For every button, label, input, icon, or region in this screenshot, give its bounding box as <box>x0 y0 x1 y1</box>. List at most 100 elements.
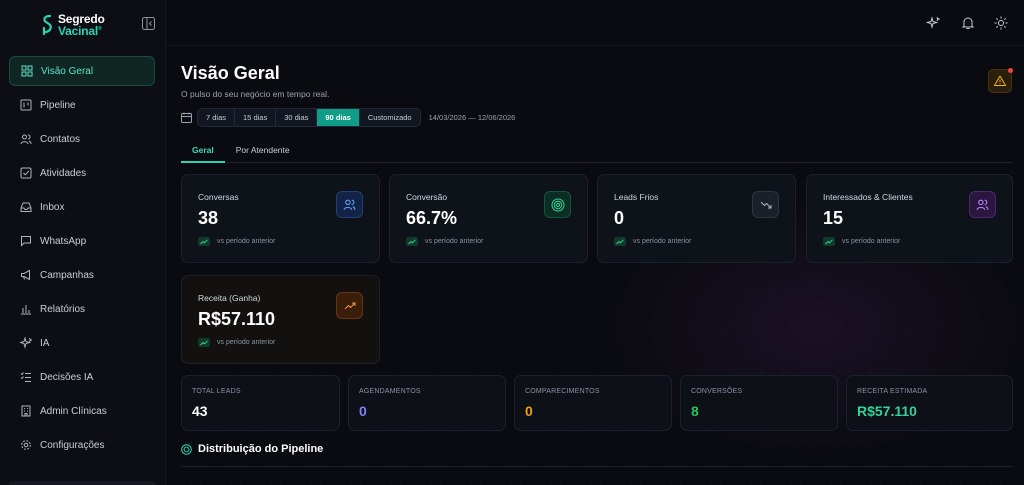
stat-agendamentos: AGENDAMENTOS 0 <box>348 375 506 431</box>
trend-up-icon <box>198 338 210 347</box>
bell-icon[interactable] <box>961 16 975 30</box>
sidebar-user-panel[interactable] <box>9 481 155 485</box>
trend-up-icon <box>198 237 210 246</box>
sidebar-item-label: Atividades <box>40 167 87 179</box>
sidebar-item-label: Relatórios <box>40 303 86 315</box>
kpi-value: 0 <box>614 208 625 228</box>
kpi-trend: vs período anterior <box>198 338 275 347</box>
kpi-icon-box <box>752 191 779 218</box>
kpi-trend: vs período anterior <box>614 237 691 246</box>
sidebar-item-admin-clinicas[interactable]: Admin Clínicas <box>9 396 155 426</box>
stat-total-leads: TOTAL LEADS 43 <box>181 375 340 431</box>
kpi-trend: vs período anterior <box>406 237 483 246</box>
list-check-icon <box>20 371 32 383</box>
sidebar-item-whatsapp[interactable]: WhatsApp <box>9 226 155 256</box>
trend-down-icon <box>760 201 771 208</box>
sidebar-item-contatos[interactable]: Contatos <box>9 124 155 154</box>
target-icon <box>181 443 192 455</box>
kpi-card-leads-frios[interactable]: Leads Frios 0 vs período anterior <box>597 174 796 263</box>
kpi-value: R$57.110 <box>198 309 276 329</box>
building-icon <box>20 405 32 417</box>
brand-name-line1: Segredo <box>58 12 105 26</box>
sidebar-collapse-icon[interactable] <box>142 17 155 30</box>
kpi-label: Conversão <box>406 192 448 202</box>
kpi-card-interessados-clientes[interactable]: Interessados & Clientes 15 vs período an… <box>806 174 1013 263</box>
megaphone-icon <box>20 269 32 281</box>
kpi-icon-box <box>969 191 996 218</box>
kpi-card-conversao[interactable]: Conversão 66.7% vs período anterior <box>389 174 588 263</box>
date-range-selector: 7 dias 15 dias 30 dias 90 dias Customiza… <box>181 108 515 127</box>
sidebar-item-relatorios[interactable]: Relatórios <box>9 294 155 324</box>
sidebar-item-label: Decisões IA <box>40 371 94 383</box>
sidebar-item-label: Configurações <box>40 439 105 451</box>
range-dates: 14/03/2026 — 12/06/2026 <box>428 113 516 122</box>
kpi-icon-box <box>544 191 571 218</box>
sidebar-item-inbox[interactable]: Inbox <box>9 192 155 222</box>
range-option-90-dias[interactable]: 90 dias <box>317 109 360 126</box>
sidebar-item-label: Pipeline <box>40 99 76 111</box>
sidebar-item-label: Campanhas <box>40 269 94 281</box>
logo-mark-icon <box>42 14 52 36</box>
tab-geral[interactable]: Geral <box>181 143 225 163</box>
kpi-trend: vs período anterior <box>823 237 900 246</box>
sidebar-item-visao-geral[interactable]: Visão Geral <box>9 56 155 86</box>
sidebar-item-campanhas[interactable]: Campanhas <box>9 260 155 290</box>
sidebar-item-ia[interactable]: IA <box>9 328 155 358</box>
sun-icon[interactable] <box>994 16 1008 30</box>
kpi-icon-box <box>336 292 363 319</box>
range-segmented-control: 7 dias 15 dias 30 dias 90 dias Customiza… <box>197 108 421 127</box>
kpi-value: 66.7% <box>406 208 458 228</box>
range-option-15-dias[interactable]: 15 dias <box>235 109 277 126</box>
brand-logo[interactable]: Segredo Vacinal® <box>40 13 105 37</box>
bar-chart-icon <box>20 303 32 315</box>
warning-icon <box>994 75 1006 86</box>
dashboard-icon <box>21 65 33 77</box>
inbox-icon <box>20 201 32 213</box>
page-title: Visão Geral <box>181 63 280 83</box>
sparkles-icon <box>20 337 32 349</box>
trend-up-icon <box>344 302 355 309</box>
range-option-30-dias[interactable]: 30 dias <box>276 109 318 126</box>
kpi-trend: vs período anterior <box>198 237 275 246</box>
notification-dot <box>1008 68 1013 73</box>
users-icon <box>20 133 32 145</box>
kpi-value: 38 <box>198 208 219 228</box>
alert-button[interactable] <box>988 68 1013 93</box>
range-option-7-dias[interactable]: 7 dias <box>198 109 236 126</box>
tab-por-atendente[interactable]: Por Atendente <box>225 143 301 163</box>
sidebar-item-decisoes-ia[interactable]: Decisões IA <box>9 362 155 392</box>
top-bar <box>166 0 1024 46</box>
pipeline-distribution-panel <box>181 466 1013 485</box>
section-title-pipeline: Distribuição do Pipeline <box>181 443 323 455</box>
sparkles-icon[interactable] <box>926 16 940 30</box>
sidebar-item-configuracoes[interactable]: Configurações <box>9 430 155 460</box>
page-subtitle: O pulso do seu negócio em tempo real. <box>181 89 330 99</box>
brand-name-line2: Vacinal® <box>58 24 102 38</box>
kpi-label: Interessados & Clientes <box>823 192 913 202</box>
target-icon <box>551 198 564 211</box>
trend-up-icon <box>823 237 835 246</box>
sidebar-item-pipeline[interactable]: Pipeline <box>9 90 155 120</box>
users-icon <box>343 199 356 211</box>
sidebar-item-label: IA <box>40 337 50 349</box>
sidebar-item-label: Contatos <box>40 133 81 145</box>
sidebar: Segredo Vacinal® Visão Geral Pipeline Co… <box>0 0 166 485</box>
sidebar-item-label: WhatsApp <box>40 235 87 247</box>
checklist-icon <box>20 167 32 179</box>
sidebar-item-atividades[interactable]: Atividades <box>9 158 155 188</box>
sidebar-nav: Visão Geral Pipeline Contatos Atividades… <box>9 56 155 464</box>
kpi-card-conversas[interactable]: Conversas 38 vs período anterior <box>181 174 380 263</box>
kpi-card-receita[interactable]: Receita (Ganha) R$57.110 vs período ante… <box>181 275 380 364</box>
sidebar-item-label: Visão Geral <box>41 65 94 77</box>
users-icon <box>976 199 989 211</box>
chat-icon <box>20 235 32 247</box>
range-option-customizado[interactable]: Customizado <box>360 109 420 126</box>
kpi-label: Conversas <box>198 192 239 202</box>
trend-up-icon <box>614 237 626 246</box>
kpi-label: Receita (Ganha) <box>198 293 261 303</box>
pipeline-icon <box>20 99 32 111</box>
stat-receita-estimada: RECEITA ESTIMADA R$57.110 <box>846 375 1013 431</box>
kpi-icon-box <box>336 191 363 218</box>
view-tabs: Geral Por Atendente <box>181 143 1013 163</box>
main-content: Visão Geral O pulso do seu negócio em te… <box>166 47 1024 485</box>
